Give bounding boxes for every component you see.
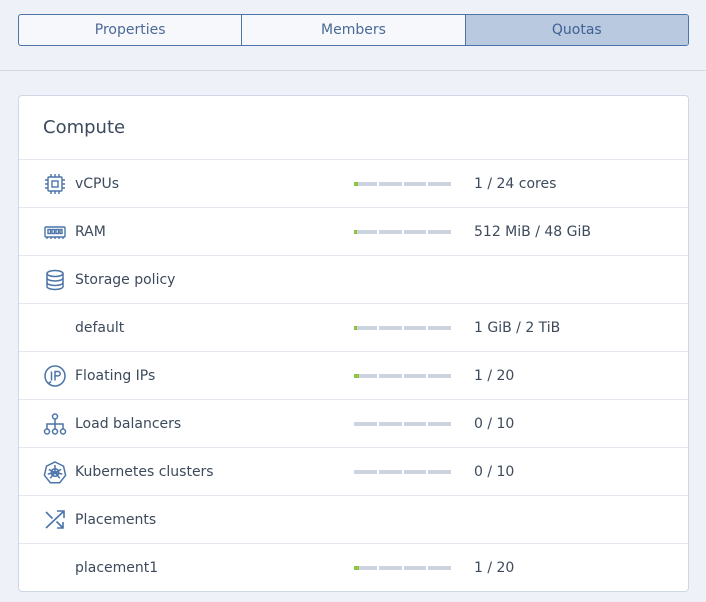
cpu-icon — [43, 172, 67, 196]
placements-icon — [43, 508, 67, 532]
quota-row-kubernetes-clusters: Kubernetes clusters 0 / 10 — [19, 448, 688, 496]
usage-bar — [354, 230, 451, 234]
quota-label: placement1 — [75, 560, 159, 576]
section-title: Compute — [19, 96, 688, 160]
quota-row-floating-ips: Floating IPs 1 / 20 — [19, 352, 688, 400]
usage-fill — [354, 182, 358, 186]
usage-bar — [354, 470, 451, 474]
quota-label: Placements — [75, 512, 157, 528]
usage-fill — [354, 566, 359, 570]
quota-label: Floating IPs — [75, 368, 156, 384]
quota-value: 0 / 10 — [474, 464, 515, 480]
quota-label: Storage policy — [75, 272, 176, 288]
database-icon — [43, 268, 67, 292]
quota-row-placement1: placement1 1 / 20 — [19, 544, 688, 592]
usage-fill — [354, 230, 357, 234]
floating-ip-icon — [43, 364, 67, 388]
quota-row-placements: Placements — [19, 496, 688, 544]
quota-row-storage-policy: Storage policy — [19, 256, 688, 304]
quota-row-default: default 1 GiB / 2 TiB — [19, 304, 688, 352]
usage-fill — [354, 374, 359, 378]
ram-icon — [43, 220, 67, 244]
quota-row-load-balancers: Load balancers 0 / 10 — [19, 400, 688, 448]
tab-members[interactable]: Members — [242, 15, 466, 45]
tab-bar: Properties Members Quotas — [18, 14, 689, 46]
usage-bar — [354, 326, 451, 330]
kubernetes-icon — [43, 460, 67, 484]
usage-bar — [354, 374, 451, 378]
quota-value: 1 / 20 — [474, 368, 515, 384]
header-divider — [0, 70, 706, 71]
quota-row-vcpus: vCPUs 1 / 24 cores — [19, 160, 688, 208]
usage-bar — [354, 566, 451, 570]
quota-label: vCPUs — [75, 176, 120, 192]
quota-label: Load balancers — [75, 416, 182, 432]
quotas-card: Compute vCPUs 1 / 24 cores RAM 512 MiB /… — [18, 95, 689, 592]
load-balancer-icon — [43, 412, 67, 436]
quota-row-ram: RAM 512 MiB / 48 GiB — [19, 208, 688, 256]
quota-value: 1 / 24 cores — [474, 176, 557, 192]
usage-fill — [354, 326, 357, 330]
quota-label: Kubernetes clusters — [75, 464, 214, 480]
quota-value: 1 GiB / 2 TiB — [474, 320, 561, 336]
tab-quotas[interactable]: Quotas — [465, 15, 688, 45]
usage-bar — [354, 422, 451, 426]
tab-properties[interactable]: Properties — [19, 15, 243, 45]
quota-value: 0 / 10 — [474, 416, 515, 432]
quota-label: default — [75, 320, 125, 336]
usage-bar — [354, 182, 451, 186]
quota-value: 1 / 20 — [474, 560, 515, 576]
quota-label: RAM — [75, 224, 106, 240]
quota-value: 512 MiB / 48 GiB — [474, 224, 591, 240]
